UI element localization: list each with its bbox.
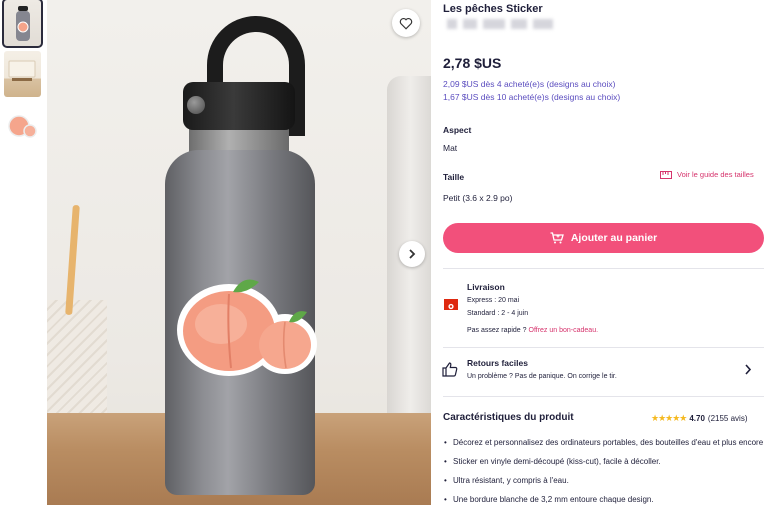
add-to-cart-button[interactable]: Ajouter au panier: [443, 223, 764, 253]
divider: [443, 347, 764, 348]
feature-item: Décorez et personnalisez des ordinateurs…: [443, 436, 765, 449]
shipping-express: Express : 20 mai: [467, 297, 520, 304]
next-image-button[interactable]: [399, 241, 425, 267]
size-guide-label: Voir le guide des tailles: [677, 170, 754, 179]
bulk-price-10: 1,67 $US dès 10 acheté(e)s (designs au c…: [443, 92, 621, 102]
rating-stars: ★★★★★: [651, 413, 687, 423]
thumbnail-desk[interactable]: [4, 51, 41, 97]
feature-list: Décorez et personnalisez des ordinateurs…: [443, 436, 765, 512]
favorite-button[interactable]: [392, 9, 420, 37]
artist-name-redacted: [447, 19, 553, 29]
thumbnail-sticker[interactable]: [4, 102, 41, 148]
bottle-cap-button: [187, 96, 205, 114]
product-image: [47, 0, 431, 505]
returns-heading: Retours faciles: [467, 358, 528, 368]
review-count: (2155 avis): [707, 414, 748, 423]
rating-summary[interactable]: ★★★★★ 4.70 (2155 avis): [651, 413, 748, 424]
thumbnail-strip: [2, 0, 43, 153]
shipping-heading: Livraison: [467, 282, 505, 292]
cart-icon: [550, 232, 564, 244]
finish-label: Aspect: [443, 125, 472, 135]
product-title: Les pêches Sticker: [443, 3, 543, 15]
add-to-cart-label: Ajouter au panier: [570, 232, 658, 244]
shipping-standard: Standard : 2 - 4 juin: [467, 310, 529, 317]
not-fast-text: Pas assez rapide ?: [467, 327, 527, 334]
size-label: Taille: [443, 172, 465, 182]
feature-item: Une bordure blanche de 3,2 mm entoure ch…: [443, 493, 765, 506]
size-guide-link[interactable]: Voir le guide des tailles: [660, 170, 754, 179]
characteristics-heading: Caractéristiques du produit: [443, 412, 574, 423]
bulk-price-4: 2,09 $US dès 4 acheté(e)s (designs au ch…: [443, 79, 616, 89]
pencil: [65, 204, 80, 316]
product-price: 2,78 $US: [443, 55, 502, 71]
chevron-right-icon[interactable]: [744, 364, 752, 375]
chevron-right-icon: [409, 249, 416, 259]
feature-item: Ultra résistant, y compris à l'eau.: [443, 474, 765, 487]
divider: [443, 268, 764, 269]
shipping-upsell: Pas assez rapide ? Offrez un bon-cadeau.: [467, 327, 598, 334]
ruler-icon: [660, 170, 672, 179]
returns-text: Un problème ? Pas de panique. On corrige…: [467, 373, 617, 380]
feature-item: Sticker en vinyle demi-découpé (kiss-cut…: [443, 455, 765, 468]
divider: [443, 396, 764, 397]
peach-sticker: [177, 279, 317, 376]
flag-icon: [444, 299, 458, 310]
thumbs-up-icon: [442, 362, 458, 377]
size-value[interactable]: Petit (3.6 x 2.9 po): [443, 193, 512, 203]
gift-card-link[interactable]: Offrez un bon-cadeau.: [529, 327, 599, 334]
finish-value[interactable]: Mat: [443, 143, 457, 153]
rating-value: 4.70: [689, 414, 705, 423]
heart-icon: [399, 17, 413, 30]
thumbnail-bottle[interactable]: [2, 0, 43, 48]
